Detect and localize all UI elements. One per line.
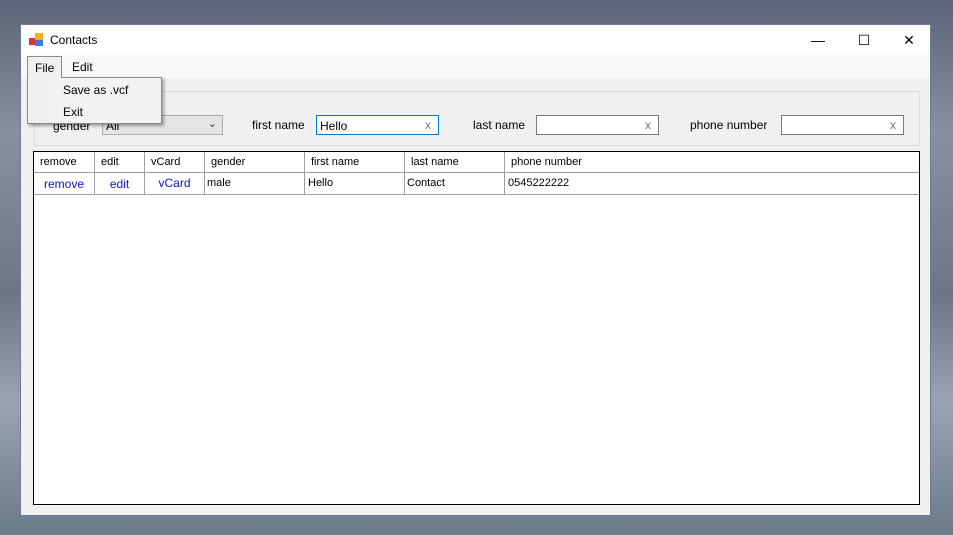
contacts-window: Contacts — ☐ ✕ File Edit Save as .vcf Ex… (20, 24, 931, 516)
phone-number-input[interactable]: x (781, 115, 904, 135)
cell-last-name[interactable]: Contact (405, 173, 505, 194)
title-bar: Contacts — ☐ ✕ (21, 25, 930, 55)
cell-phone-number[interactable]: 0545222222 (505, 173, 919, 194)
column-header-phone-number[interactable]: phone number (505, 152, 919, 172)
menu-item-save-vcf[interactable]: Save as .vcf (63, 83, 128, 97)
first-name-input[interactable]: Hello x (316, 115, 439, 135)
maximize-button[interactable]: ☐ (841, 25, 887, 55)
column-header-edit[interactable]: edit (95, 152, 145, 172)
last-name-input[interactable]: x (536, 115, 659, 135)
minimize-button[interactable]: — (795, 25, 841, 55)
close-button[interactable]: ✕ (886, 25, 932, 55)
table-header: remove edit vCard gender first name last… (34, 152, 919, 173)
chevron-down-icon: ⌄ (207, 118, 217, 130)
menu-edit[interactable]: Edit (65, 56, 100, 77)
phone-number-label: phone number (690, 118, 768, 132)
clear-first-name-button[interactable]: x (425, 118, 431, 132)
contacts-table: remove edit vCard gender first name last… (33, 151, 920, 505)
app-icon (29, 33, 43, 46)
window-title: Contacts (50, 33, 98, 47)
column-header-first-name[interactable]: first name (305, 152, 405, 172)
column-header-last-name[interactable]: last name (405, 152, 505, 172)
remove-link[interactable]: remove (34, 173, 95, 194)
vcard-link[interactable]: vCard (145, 173, 205, 194)
file-dropdown: Save as .vcf Exit (27, 77, 162, 124)
first-name-value: Hello (320, 119, 348, 133)
cell-gender[interactable]: male (205, 173, 305, 194)
last-name-label: last name (473, 118, 526, 132)
menu-bar: File Edit (21, 55, 930, 78)
first-name-label: first name (252, 118, 305, 132)
cell-first-name[interactable]: Hello (305, 173, 405, 194)
clear-last-name-button[interactable]: x (645, 118, 651, 132)
edit-link[interactable]: edit (95, 173, 145, 194)
column-header-remove[interactable]: remove (34, 152, 95, 172)
column-header-gender[interactable]: gender (205, 152, 305, 172)
menu-file[interactable]: File (27, 56, 63, 78)
clear-phone-number-button[interactable]: x (890, 118, 896, 132)
table-row: remove edit vCard male Hello Contact 054… (34, 173, 919, 195)
menu-item-exit[interactable]: Exit (63, 105, 83, 119)
column-header-vcard[interactable]: vCard (145, 152, 205, 172)
